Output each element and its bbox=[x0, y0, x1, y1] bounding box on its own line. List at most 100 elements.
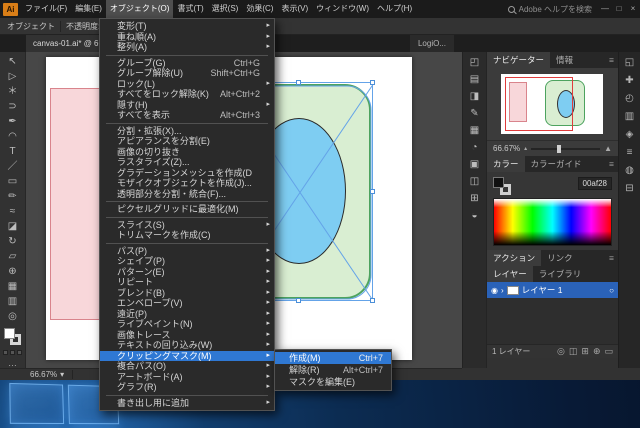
magic-wand-tool-icon[interactable]: ＊ bbox=[2, 84, 24, 99]
gradient-tool-icon[interactable]: ▥ bbox=[2, 294, 24, 309]
submenu-item[interactable]: マスクを編集(E) bbox=[275, 376, 391, 388]
panel-tab[interactable]: ライブラリ bbox=[532, 266, 588, 282]
menu-item[interactable]: ラスタライズ(Z)... bbox=[100, 157, 274, 168]
menu-item[interactable]: ピクセルグリッドに最適化(M) bbox=[100, 204, 274, 215]
menu-item[interactable]: 透明部分を分割・統合(F)... bbox=[100, 189, 274, 200]
menu-item[interactable]: 複合パス(O) bbox=[100, 361, 274, 372]
dock-panel-icon[interactable]: ≡ bbox=[627, 147, 633, 158]
curvature-tool-icon[interactable]: ◠ bbox=[2, 129, 24, 144]
dock-panel-icon[interactable]: ✚ bbox=[625, 75, 633, 86]
mesh-tool-icon[interactable]: ▦ bbox=[2, 279, 24, 294]
gradient-button[interactable] bbox=[10, 350, 15, 355]
panel-tab[interactable]: アクション bbox=[487, 250, 542, 266]
selection-handle[interactable] bbox=[370, 80, 375, 85]
menu-item[interactable]: シェイプ(P) bbox=[100, 256, 274, 267]
dock-panel-icon[interactable]: ⊟ bbox=[625, 183, 633, 194]
menu-item[interactable]: 遠近(P) bbox=[100, 309, 274, 320]
color-fill-stroke-swatches[interactable] bbox=[493, 177, 513, 195]
rectangle-tool-icon[interactable]: ▭ bbox=[2, 174, 24, 189]
menu-item[interactable]: アピアランスを分割(E) bbox=[100, 136, 274, 147]
menu-item[interactable]: テキストの回り込み(W) bbox=[100, 340, 274, 351]
secondary-document-tab[interactable]: LogiO... bbox=[409, 35, 454, 52]
navigator-zoom-value[interactable]: 66.67% bbox=[493, 144, 520, 153]
zoom-slider-thumb[interactable] bbox=[557, 144, 562, 153]
help-search-field[interactable]: Adobe ヘルプを検索 bbox=[502, 4, 598, 15]
menubar-item[interactable]: 編集(E) bbox=[71, 0, 106, 18]
fill-swatch[interactable] bbox=[493, 177, 504, 188]
menu-item[interactable]: グラフ(R) bbox=[100, 382, 274, 393]
layer-row[interactable]: ◉ › レイヤー 1 ○ bbox=[487, 282, 618, 298]
close-button[interactable]: × bbox=[626, 0, 640, 18]
zoom-slider[interactable] bbox=[531, 144, 601, 153]
type-tool-icon[interactable]: T bbox=[2, 144, 24, 159]
selection-tool-icon[interactable]: ↖ bbox=[2, 54, 24, 69]
color-button[interactable] bbox=[3, 350, 8, 355]
submenu-item[interactable]: 作成(M) Ctrl+7 bbox=[275, 352, 391, 364]
menu-item[interactable]: 書き出し用に追加 bbox=[100, 398, 274, 409]
collapsed-panel-icon[interactable]: ▦ bbox=[470, 125, 479, 136]
menu-item[interactable] bbox=[106, 242, 268, 244]
make-mask-icon[interactable]: ◫ bbox=[569, 346, 578, 357]
locate-object-icon[interactable]: ◎ bbox=[557, 346, 565, 357]
panel-tab[interactable]: カラー bbox=[487, 156, 525, 172]
dock-panel-icon[interactable]: ◍ bbox=[625, 165, 634, 176]
panel-tab[interactable]: ナビゲーター bbox=[487, 52, 551, 68]
dock-panel-icon[interactable]: ◈ bbox=[626, 129, 634, 140]
collapsed-panel-icon[interactable]: ⊞ bbox=[470, 193, 478, 204]
line-tool-icon[interactable]: ／ bbox=[2, 159, 24, 174]
menubar-item[interactable]: 書式(T) bbox=[173, 0, 207, 18]
menu-item[interactable] bbox=[106, 216, 268, 218]
zoom-level[interactable]: 66.67% bbox=[30, 370, 57, 379]
menu-item[interactable]: すべてをロック解除(K) Alt+Ctrl+2 bbox=[100, 89, 274, 100]
panel-tab[interactable]: 情報 bbox=[550, 52, 580, 68]
menubar-item[interactable]: 表示(V) bbox=[277, 0, 312, 18]
menu-item[interactable] bbox=[106, 394, 268, 396]
menu-item[interactable]: 隠す(H) bbox=[100, 100, 274, 111]
menu-item[interactable]: すべてを表示 Alt+Ctrl+3 bbox=[100, 110, 274, 121]
menu-item[interactable]: リピート bbox=[100, 277, 274, 288]
menu-item[interactable]: アートボード(A) bbox=[100, 372, 274, 383]
dock-panel-icon[interactable]: ▥ bbox=[625, 111, 634, 122]
panel-menu-icon[interactable]: ≡ bbox=[605, 52, 618, 68]
panel-menu-icon[interactable]: ≡ bbox=[605, 250, 618, 266]
menu-item[interactable]: 重ね順(A) bbox=[100, 32, 274, 43]
rotate-tool-icon[interactable]: ↻ bbox=[2, 234, 24, 249]
layer-target-icon[interactable]: ○ bbox=[609, 286, 614, 295]
zoom-tool-icon[interactable]: ◎ bbox=[2, 309, 24, 324]
delete-layer-icon[interactable]: ▭ bbox=[604, 346, 613, 357]
dock-panel-icon[interactable]: ◴ bbox=[625, 93, 634, 104]
collapsed-panel-icon[interactable]: ▣ bbox=[470, 159, 479, 170]
zoom-dropdown-icon[interactable]: ▾ bbox=[60, 370, 64, 379]
navigator-proxy-view-box[interactable] bbox=[505, 77, 573, 131]
selection-handle[interactable] bbox=[296, 298, 301, 303]
panel-tab[interactable]: レイヤー bbox=[487, 266, 533, 282]
new-sublayer-icon[interactable]: ⊞ bbox=[581, 346, 589, 357]
collapsed-panel-icon[interactable]: ◒ bbox=[471, 210, 477, 221]
menu-item[interactable]: 画像トレース bbox=[100, 330, 274, 341]
menu-item[interactable]: トリムマークを作成(C) bbox=[100, 230, 274, 241]
menubar-item[interactable]: 選択(S) bbox=[208, 0, 243, 18]
menu-item[interactable]: ロック(L) bbox=[100, 79, 274, 90]
fill-swatch[interactable] bbox=[3, 328, 15, 339]
collapsed-panel-icon[interactable]: ✎ bbox=[470, 108, 478, 119]
menu-item[interactable]: 整列(A) bbox=[100, 42, 274, 53]
menu-item[interactable]: 変形(T) bbox=[100, 21, 274, 32]
panel-tab[interactable]: カラーガイド bbox=[524, 156, 588, 172]
panel-tab[interactable]: リンク bbox=[541, 250, 579, 266]
collapsed-panel-icon[interactable]: ▤ bbox=[470, 74, 479, 85]
menubar-item[interactable]: ヘルプ(H) bbox=[373, 0, 416, 18]
new-layer-icon[interactable]: ⊕ bbox=[593, 346, 601, 357]
menubar-item[interactable]: ファイル(F) bbox=[21, 0, 71, 18]
edit-toolbar-icon[interactable]: … bbox=[8, 358, 17, 368]
direct-selection-tool-icon[interactable]: ▷ bbox=[2, 69, 24, 84]
menu-item[interactable]: ブレンド(B) bbox=[100, 288, 274, 299]
zoom-out-icon[interactable]: ▴ bbox=[524, 145, 527, 152]
collapsed-panel-icon[interactable]: ◰ bbox=[470, 57, 479, 68]
menu-item[interactable] bbox=[106, 54, 268, 56]
pen-tool-icon[interactable]: ✒ bbox=[2, 114, 24, 129]
dock-panel-icon[interactable]: ◱ bbox=[625, 57, 634, 68]
shape-builder-tool-icon[interactable]: ⊕ bbox=[2, 264, 24, 279]
expand-chevron-icon[interactable]: › bbox=[501, 286, 504, 295]
menubar-item[interactable]: 効果(C) bbox=[242, 0, 277, 18]
panel-menu-icon[interactable]: ≡ bbox=[605, 156, 618, 172]
